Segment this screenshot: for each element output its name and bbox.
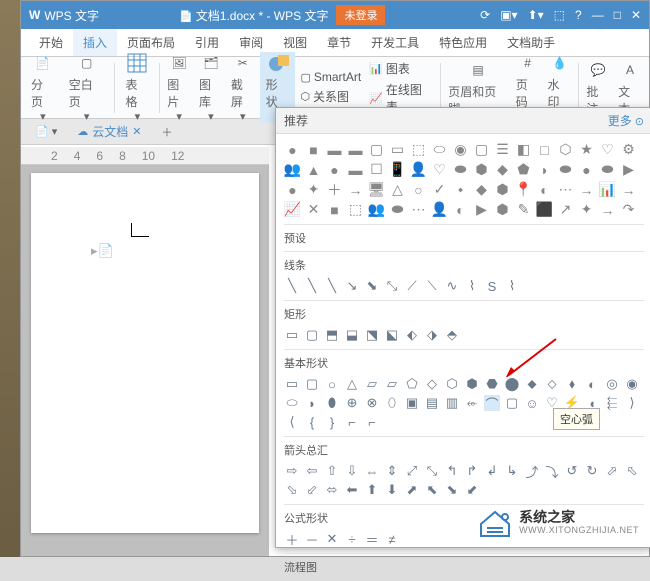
text-cursor bbox=[131, 223, 149, 237]
login-status[interactable]: 未登录 bbox=[336, 5, 385, 25]
sect-rect: 矩形 bbox=[284, 300, 644, 324]
btn-blank-page[interactable]: ▢空白页▾ bbox=[63, 52, 111, 123]
grid-recommend: ●■▬▬▢▭⬚⬭◉▢☰◧□⬡★♡⚙ 👥▲●▬☐📱👤♡⬬⬢◆⬟◗⬬●⬬▶ ●✦＋→… bbox=[284, 138, 644, 221]
btn-page-break[interactable]: 📄分页▾ bbox=[25, 52, 61, 123]
btn-table[interactable]: 表格▾ bbox=[119, 52, 155, 123]
menu-dev[interactable]: 开发工具 bbox=[361, 29, 429, 56]
btn-smartart[interactable]: ▢ SmartArt bbox=[297, 69, 364, 85]
close-icon[interactable]: ✕ bbox=[631, 8, 641, 22]
app-logo: W bbox=[29, 8, 40, 22]
sync-icon[interactable]: ⟳ bbox=[480, 8, 490, 22]
menu-special[interactable]: 特色应用 bbox=[429, 29, 497, 56]
grid-arrows: ⇨⇦⇧⇩⇔⇕⤢⤡↰↱↲↳⤴⤵↺↻ ⬀⬁⬂⬃⬄⬅⬆⬇⬈⬉⬊⬋ bbox=[284, 460, 644, 501]
help-icon[interactable]: ? bbox=[575, 8, 582, 22]
document-area: 24681012 ▸📄 bbox=[21, 147, 269, 556]
grid-lines: ╲╲╲↘⬊⤡⟋⟍∿⌇S⌇ bbox=[284, 275, 644, 297]
shapes-dropdown: 推荐 更多 ⊙ ●■▬▬▢▭⬚⬭◉▢☰◧□⬡★♡⚙ 👥▲●▬☐📱👤♡⬬⬢◆⬟◗⬬… bbox=[275, 107, 650, 548]
sect-basic: 基本形状 bbox=[284, 349, 644, 373]
dd-more[interactable]: 更多 ⊙ bbox=[608, 112, 644, 129]
share-icon[interactable]: ▣▾ bbox=[500, 8, 517, 22]
menu-section[interactable]: 章节 bbox=[317, 29, 361, 56]
maximize-icon[interactable]: □ bbox=[614, 8, 621, 22]
sect-preset: 预设 bbox=[284, 224, 644, 248]
shape-tooltip: 空心弧 bbox=[553, 408, 600, 430]
sect-lines: 线条 bbox=[284, 251, 644, 275]
insert-marker: ▸📄 bbox=[91, 243, 114, 259]
btn-chart[interactable]: 📊 图表 bbox=[366, 59, 436, 78]
app-name: WPS 文字 bbox=[44, 7, 99, 24]
tab-add[interactable]: ＋ bbox=[152, 121, 183, 143]
export-icon[interactable]: ⬆▾ bbox=[528, 8, 544, 22]
page-canvas[interactable]: ▸📄 bbox=[31, 173, 259, 533]
tab-doc1[interactable]: 📄 ▾ bbox=[25, 122, 67, 141]
title-bar: W WPS 文字 📄 文档1.docx * - WPS 文字 未登录 ⟳ ▣▾ … bbox=[21, 1, 649, 29]
btn-gallery[interactable]: 🗂图库▾ bbox=[196, 52, 226, 123]
doc-title: 📄 文档1.docx * - WPS 文字 bbox=[179, 7, 328, 24]
btn-relation[interactable]: ⬡ 关系图 bbox=[297, 87, 364, 106]
dd-recommend: 推荐 bbox=[284, 112, 308, 129]
open-icon[interactable]: ⬚ bbox=[554, 8, 565, 22]
btn-screenshot[interactable]: ✂截屏▾ bbox=[228, 52, 258, 123]
btn-picture[interactable]: 🖼图片▾ bbox=[164, 52, 194, 123]
grid-rect: ▭▢⬒⬓⬔⬕⬖⬗⬘ bbox=[284, 324, 644, 346]
ruler: 24681012 bbox=[21, 147, 269, 165]
site-watermark: 系统之家WWW.XITONGZHIJIA.NET bbox=[477, 508, 639, 538]
sect-arrows: 箭头总汇 bbox=[284, 436, 644, 460]
minimize-icon[interactable]: — bbox=[592, 8, 604, 22]
tab-cloud[interactable]: ☁ 云文档 ✕ bbox=[67, 120, 151, 143]
